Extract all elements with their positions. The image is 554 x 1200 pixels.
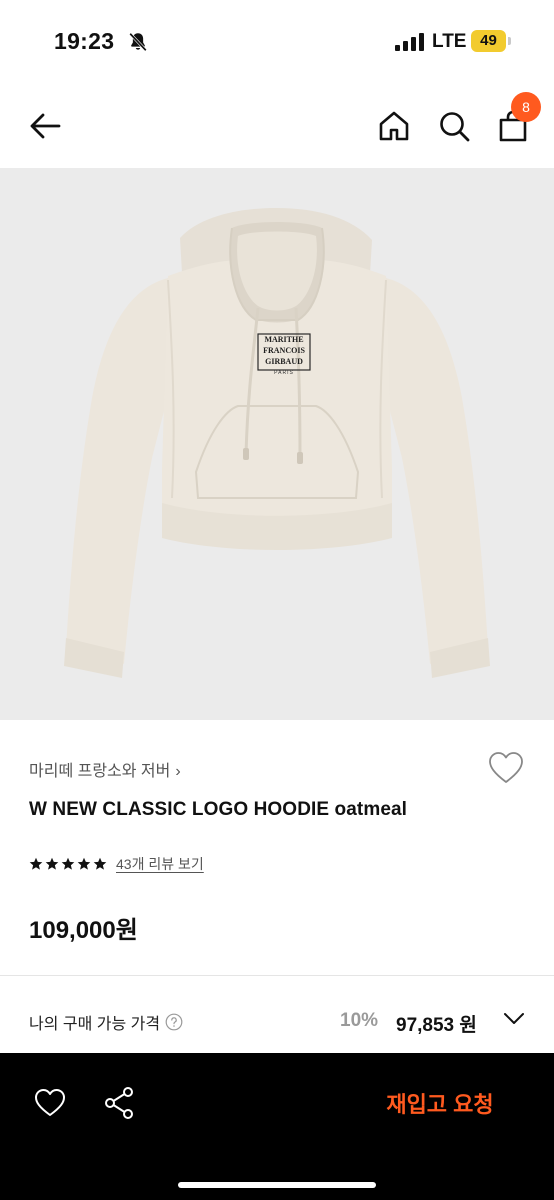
- discounted-price: 97,853 원: [396, 1015, 477, 1036]
- star-icon: [93, 857, 107, 870]
- status-time: 19:23: [54, 28, 115, 54]
- battery-cap: [508, 37, 511, 45]
- battery-indicator: 49: [471, 30, 511, 52]
- bottom-action-bar: 재입고 요청: [0, 1053, 554, 1200]
- logo-paris: PARIS: [274, 370, 294, 376]
- status-bar: 19:23 LTE 49: [0, 0, 554, 84]
- search-icon[interactable]: [436, 108, 472, 144]
- heart-icon[interactable]: [34, 1088, 66, 1118]
- question-circle-icon[interactable]: [165, 1013, 183, 1031]
- bell-slash-icon: [129, 32, 147, 52]
- star-icon: [29, 857, 43, 870]
- chevron-down-icon[interactable]: [503, 1012, 525, 1026]
- star-icon: [77, 857, 91, 870]
- my-price-label: 나의 구매 가능 가격: [29, 1016, 161, 1033]
- network-type: LTE: [432, 31, 467, 52]
- review-link[interactable]: 43개 리뷰 보기: [116, 854, 204, 874]
- hoodie-logo: MARITHE FRANCOIS GIRBAUD: [258, 334, 310, 370]
- brand-name: 마리떼 프랑소와 저버: [29, 763, 171, 780]
- share-icon[interactable]: [104, 1086, 134, 1120]
- star-icon: [45, 857, 59, 870]
- battery-level: 49: [480, 32, 497, 49]
- hoodie-image: [64, 208, 490, 678]
- product-name: W NEW CLASSIC LOGO HOODIE oatmeal: [29, 799, 408, 820]
- my-price-row[interactable]: 나의 구매 가능 가격 10% 97,853 원: [0, 976, 554, 1053]
- heart-icon[interactable]: [488, 751, 524, 785]
- cart-count-badge: 8: [511, 92, 541, 122]
- home-icon[interactable]: [376, 108, 412, 144]
- logo-line-2: FRANCOIS: [263, 346, 305, 355]
- star-icon: [61, 857, 75, 870]
- rating: 43개 리뷰 보기: [29, 854, 204, 874]
- brand-link[interactable]: 마리떼 프랑소와 저버 ›: [29, 757, 181, 781]
- product-info: 마리떼 프랑소와 저버 › W NEW CLASSIC LOGO HOODIE o…: [0, 720, 554, 975]
- logo-line-3: GIRBAUD: [265, 357, 303, 366]
- product-price: 109,000원: [29, 917, 138, 944]
- signal-bars-icon: [395, 33, 424, 51]
- nav-bar: [0, 84, 554, 168]
- restock-request-button[interactable]: 재입고 요청: [360, 1087, 520, 1119]
- arrow-left-icon[interactable]: [27, 108, 63, 144]
- star-rating: [29, 857, 107, 871]
- my-price-label-group: 나의 구매 가능 가격: [29, 1010, 183, 1034]
- home-indicator: [178, 1182, 376, 1188]
- chevron-right-icon: ›: [175, 763, 181, 780]
- logo-line-1: MARITHE: [264, 335, 304, 344]
- discount-rate: 10%: [340, 1010, 379, 1031]
- product-image[interactable]: MARITHE FRANCOIS GIRBAUD PARIS: [0, 168, 554, 720]
